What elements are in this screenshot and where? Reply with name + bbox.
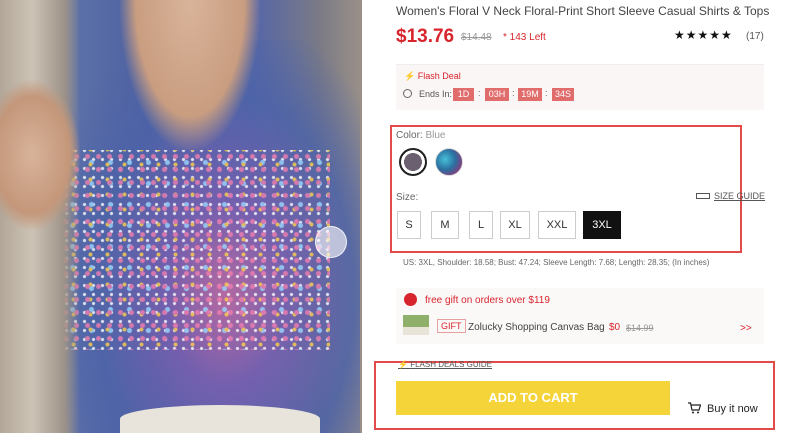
- ruler-icon: [696, 193, 710, 199]
- size-option-xxl[interactable]: XXL: [538, 211, 576, 239]
- gift-name: Zolucky Shopping Canvas Bag: [468, 322, 605, 333]
- gift-original-price: $14.99: [626, 323, 654, 333]
- size-option-m[interactable]: M: [431, 211, 459, 239]
- product-page: Women's Floral V Neck Floral-Print Short…: [0, 0, 800, 433]
- ends-in-label: Ends In:: [419, 89, 453, 99]
- gift-tag: GIFT: [437, 319, 466, 333]
- floral-print: [60, 150, 330, 350]
- countdown-minutes: 19M: [518, 88, 542, 101]
- canvas-bag-thumbnail: [403, 315, 429, 335]
- clock-icon: [403, 89, 412, 98]
- countdown-separator: :: [478, 88, 481, 98]
- countdown-days: 1D: [453, 88, 474, 101]
- buy-now-button[interactable]: Buy it now: [707, 403, 758, 415]
- size-option-s[interactable]: S: [397, 211, 421, 239]
- stock-left: * 143 Left: [503, 32, 546, 43]
- product-title: Women's Floral V Neck Floral-Print Short…: [396, 4, 770, 18]
- review-count[interactable]: (17): [746, 31, 764, 42]
- original-price: $14.48: [461, 32, 492, 43]
- size-guide-link[interactable]: SIZE GUIDE: [696, 191, 765, 201]
- flash-deals-guide-link[interactable]: ⚡ FLASH DEALS GUIDE: [398, 360, 492, 369]
- skirt: [120, 405, 320, 433]
- size-guide-text: SIZE GUIDE: [714, 191, 766, 201]
- carousel-next-button[interactable]: [315, 226, 347, 258]
- countdown-hours: 03H: [485, 88, 509, 101]
- hand: [0, 80, 80, 230]
- countdown-separator: :: [512, 88, 515, 98]
- flash-deal-label: ⚡ Flash Deal: [404, 71, 461, 81]
- product-image[interactable]: [0, 0, 362, 433]
- size-label: Size:: [396, 192, 419, 203]
- color-swatch-teal-purple[interactable]: [435, 148, 463, 176]
- gift-icon: [404, 293, 417, 306]
- rating-stars-icon[interactable]: ★★★★★: [674, 28, 733, 42]
- size-measurements: US: 3XL, Shoulder: 18.58; Bust: 47.24; S…: [403, 258, 710, 267]
- gift-expand-button[interactable]: >>: [740, 323, 752, 334]
- color-swatch-blue[interactable]: [399, 148, 427, 176]
- size-option-xl[interactable]: XL: [500, 211, 530, 239]
- neck-skin: [120, 0, 260, 150]
- size-option-3xl[interactable]: 3XL: [583, 211, 621, 239]
- free-gift-message: free gift on orders over $119: [425, 295, 550, 306]
- size-option-l[interactable]: L: [469, 211, 493, 239]
- countdown-separator: :: [545, 88, 548, 98]
- cart-icon: [688, 402, 701, 414]
- color-label: Color: Blue: [396, 130, 446, 141]
- add-to-cart-button[interactable]: ADD TO CART: [396, 381, 670, 415]
- countdown-seconds: 34S: [552, 88, 574, 101]
- product-price: $13.76: [396, 26, 455, 47]
- gift-price: $0: [609, 322, 621, 333]
